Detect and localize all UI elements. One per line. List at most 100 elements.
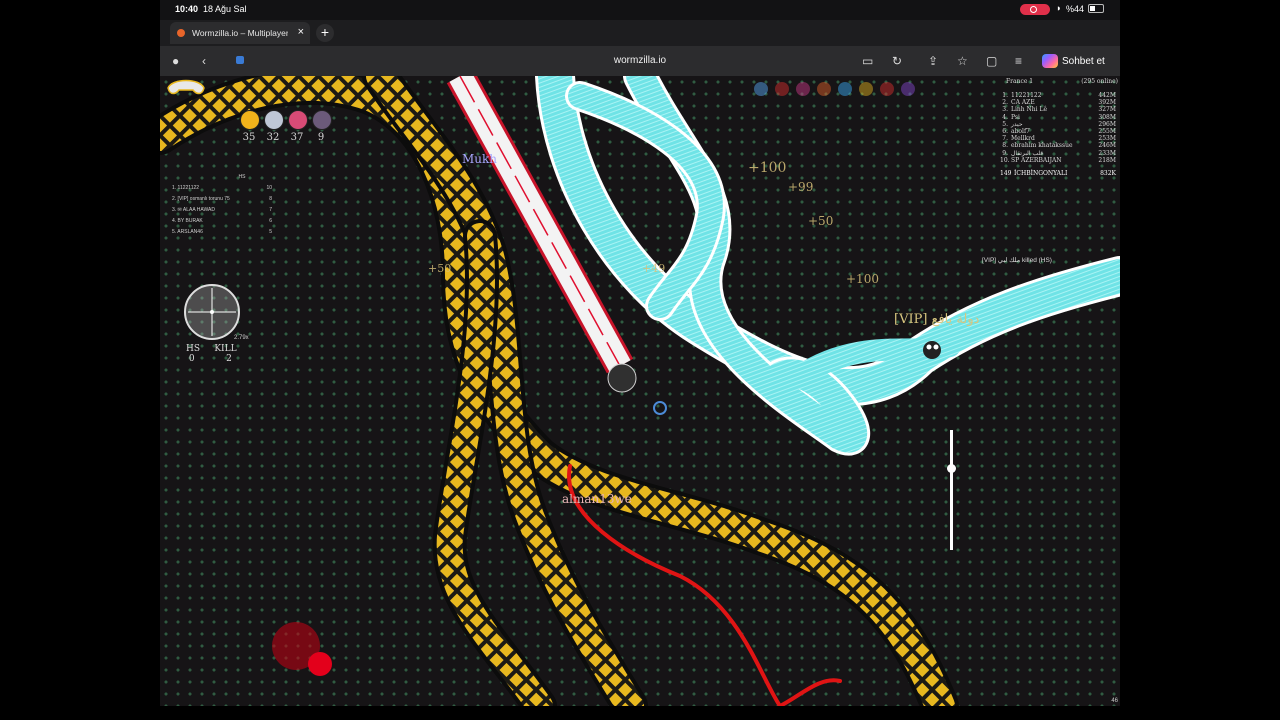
browser-tab[interactable]: Wormzilla.io – Multiplayer × bbox=[170, 22, 310, 44]
points-popup: +99 bbox=[788, 180, 814, 194]
kill-label: KILL bbox=[214, 344, 237, 354]
online-count: (295 online) bbox=[1081, 78, 1118, 85]
leaderboard-rank: 149 bbox=[1000, 170, 1012, 177]
ipad-screen: 10:40 18 Ağu Sal ◗ %44 Wormzilla.io – Mu… bbox=[160, 0, 1120, 706]
skin-icon[interactable] bbox=[901, 82, 915, 96]
chat-button-label: Sohbet et bbox=[1062, 55, 1105, 67]
leaderboard-name: قلب البرتقال bbox=[1011, 149, 1044, 157]
address-bar[interactable]: wormzilla.io bbox=[160, 55, 1120, 66]
skin-icon[interactable] bbox=[880, 82, 894, 96]
leaderboard-name: abolf7 bbox=[1011, 128, 1030, 135]
leaderboard-score: 253M bbox=[1098, 135, 1116, 143]
leaderboard-score: 218M bbox=[1098, 156, 1116, 164]
leaderboard-rank: 1. bbox=[1002, 92, 1008, 99]
kill-feed: [VIP] ملك لبي killed (HS) bbox=[982, 257, 1052, 264]
copilot-chat-button[interactable]: Sohbet et bbox=[1042, 54, 1105, 68]
fps-counter: 46 bbox=[1111, 698, 1118, 704]
list-item: 5. ARSLAN46 5 bbox=[172, 229, 272, 235]
battery-icon bbox=[1088, 4, 1104, 13]
menu-icon[interactable]: ≡ bbox=[1015, 54, 1022, 68]
gamepad-icon[interactable] bbox=[166, 76, 206, 98]
skin-icon[interactable] bbox=[775, 82, 789, 96]
points-popup: +50 bbox=[428, 262, 452, 275]
worm-name-partial: Mukh bbox=[462, 152, 498, 166]
powerup-count: 37 bbox=[290, 132, 304, 143]
leaderboard-name: حيدر bbox=[1011, 120, 1023, 128]
points-popup: +100 bbox=[748, 160, 787, 176]
close-tab-icon[interactable]: × bbox=[298, 26, 304, 38]
new-tab-button[interactable]: + bbox=[316, 24, 334, 42]
leaderboard-name: Mellkrd bbox=[1011, 135, 1035, 143]
leaderboard-score: 233M bbox=[1098, 149, 1116, 157]
leaderboard-name: İCHBİNGONYALI bbox=[1014, 170, 1068, 177]
wifi-icon: ◗ bbox=[1056, 3, 1062, 13]
leaderboard-score: 327M bbox=[1098, 106, 1116, 114]
skin-icon[interactable] bbox=[754, 82, 768, 96]
leaderboard-rank: 5. bbox=[1002, 120, 1008, 128]
server-name: France 1 bbox=[1006, 78, 1034, 85]
leaderboard-rank: 10. bbox=[1000, 156, 1010, 164]
skin-icon[interactable] bbox=[838, 82, 852, 96]
skin-icon[interactable] bbox=[817, 82, 831, 96]
leaderboard-rank: 4. bbox=[1002, 113, 1008, 121]
copilot-icon bbox=[1042, 54, 1058, 68]
screen-record-icon bbox=[1020, 4, 1050, 15]
leaderboard-name: CA AZE bbox=[1011, 99, 1035, 107]
wormzilla-favicon-icon bbox=[177, 29, 185, 37]
headshot-leaderboard-header: HS bbox=[238, 174, 246, 180]
headshot-leaderboard: HS 1. 11221122 10 2. [VIP] osmanlı torunu… bbox=[172, 172, 272, 238]
vip-worm-head bbox=[923, 341, 941, 359]
clock: 10:40 bbox=[175, 4, 199, 14]
reload-icon[interactable]: ↻ bbox=[892, 54, 902, 68]
kill-count: 2 bbox=[226, 354, 232, 364]
favorite-icon[interactable]: ☆ bbox=[957, 54, 968, 68]
leaderboard-name: SP AZERBAIJAN bbox=[1011, 156, 1062, 164]
leaderboard-score: 246M bbox=[1098, 142, 1116, 150]
hs-count: 0 bbox=[188, 354, 195, 364]
list-item: 4. BY BURAK 6 bbox=[172, 218, 272, 224]
points-popup: +50 bbox=[808, 214, 834, 228]
zoom-slider-handle[interactable] bbox=[947, 464, 956, 473]
zoom-slider[interactable] bbox=[950, 430, 953, 550]
date: 18 Ağu Sal bbox=[203, 4, 247, 14]
powerup-count: 9 bbox=[317, 132, 325, 143]
reader-mode-icon[interactable]: ▭ bbox=[862, 54, 873, 68]
leaderboard-rank: 3. bbox=[1002, 106, 1008, 114]
leaderboard-rank: 2. bbox=[1002, 99, 1008, 107]
points-popup: +49 bbox=[642, 262, 666, 275]
boost-button[interactable] bbox=[308, 652, 332, 676]
list-item: 2. [VIP] osmanlı torunu 75 8 bbox=[172, 196, 272, 202]
skin-icons-row bbox=[754, 82, 915, 100]
tabs-overview-icon[interactable]: ▢ bbox=[986, 54, 997, 68]
worm-name-red: alman13we bbox=[562, 492, 632, 506]
skin-icon[interactable] bbox=[796, 82, 810, 96]
leaderboard-name: ebrahim khatakssue bbox=[1011, 142, 1073, 150]
player-worm-head bbox=[607, 363, 667, 415]
skin-icon[interactable] bbox=[859, 82, 873, 96]
leaderboard-rank: 6. bbox=[1002, 128, 1008, 135]
tab-title: Wormzilla.io – Multiplayer bbox=[192, 28, 288, 38]
leaderboard-rank: 9. bbox=[1002, 149, 1008, 157]
list-item: 1. 11221122 10 bbox=[172, 185, 272, 191]
hs-kill-stats: HS KILL 0 2 bbox=[186, 344, 237, 364]
status-bar: 10:40 18 Ağu Sal ◗ %44 bbox=[160, 0, 1120, 20]
browser-toolbar: ● ‹ wormzilla.io ▭ ↻ ⇪ ☆ ▢ ≡ Sohbet et bbox=[160, 46, 1120, 76]
leaderboard-score: 308M bbox=[1098, 113, 1116, 121]
game-canvas[interactable]: 35 32 37 9 HS 1. 11221122 10 2. [VIP] osmanl… bbox=[160, 76, 1120, 706]
game-world bbox=[160, 76, 1120, 706]
battery-percent: %44 bbox=[1066, 4, 1085, 14]
leaderboard-name: Linh Nhi Lê bbox=[1011, 106, 1048, 114]
radar-crosshair-icon bbox=[188, 288, 236, 336]
leaderboard-score: 832K bbox=[1100, 170, 1116, 177]
zoom-level: 2.79x bbox=[234, 335, 249, 341]
points-popup: +100 bbox=[846, 272, 879, 286]
leaderboard-score: 296M bbox=[1098, 120, 1116, 128]
leaderboard-name: Psi bbox=[1011, 113, 1020, 121]
worm-name-vip: [VIP] دولة يافع bbox=[894, 312, 980, 327]
powerup-count: 35 bbox=[242, 132, 256, 143]
share-icon[interactable]: ⇪ bbox=[928, 54, 938, 68]
leaderboard-score: 392M bbox=[1098, 99, 1116, 107]
leaderboard-score: 255M bbox=[1098, 128, 1116, 135]
powerup-count: 32 bbox=[266, 132, 280, 143]
hs-label: HS bbox=[186, 344, 201, 354]
